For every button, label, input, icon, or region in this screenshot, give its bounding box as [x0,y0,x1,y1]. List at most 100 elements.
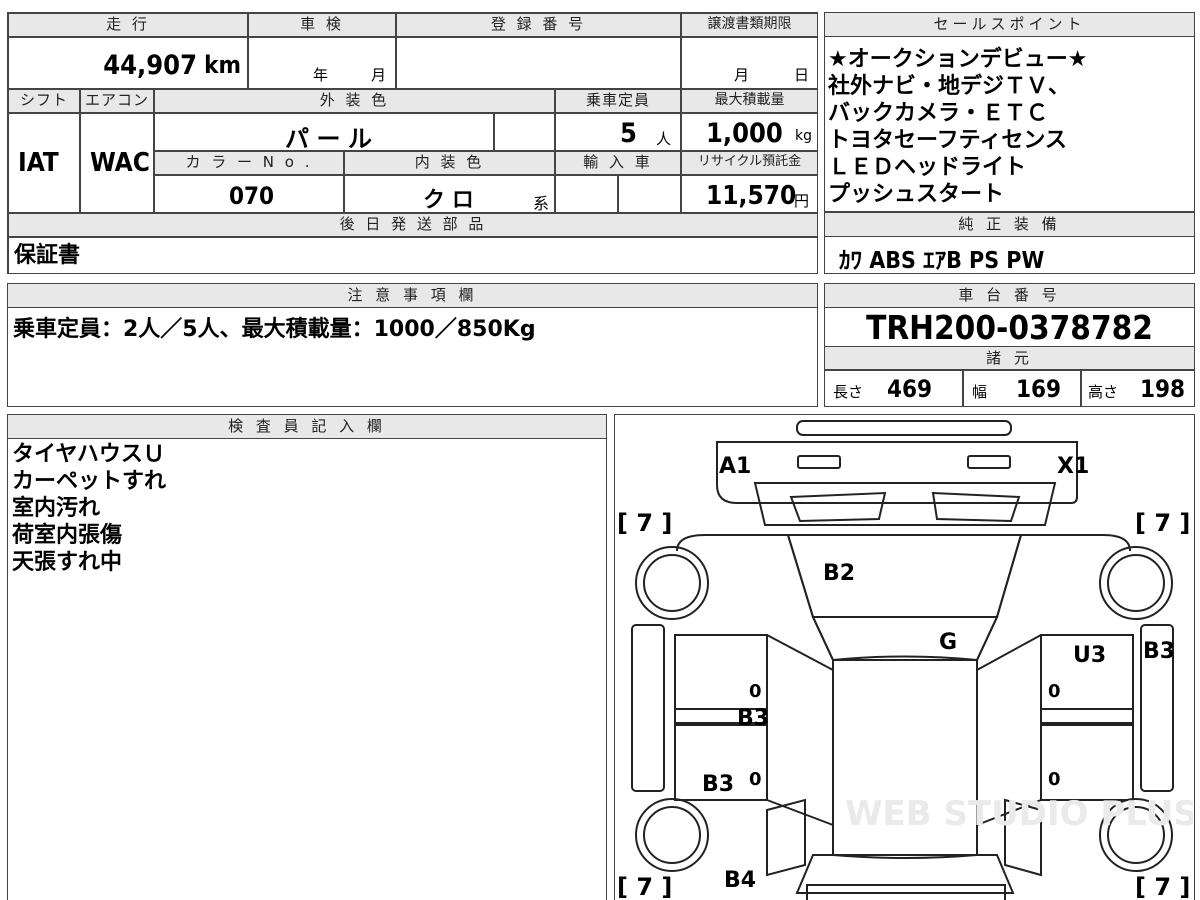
mileage-unit: km [204,51,241,79]
mark-b2: B2 [823,561,855,586]
aircon-value: WAC [90,148,150,178]
import-cell-b [618,175,681,213]
later-parts-header: 後 日 発 送 部 品 [8,213,818,237]
sales-point-line: ＬＥＤヘッドライト [828,155,1027,180]
height-label: 高さ [1088,383,1119,401]
max-load-header: 最大積載量 [681,89,818,113]
mark-b3-left-door: B3 [737,706,769,731]
width-cell: 幅 169 [963,370,1081,407]
mark-x1: X1 [1057,454,1089,479]
recycle-value: 11,570 [706,181,797,211]
inspection-month: 月 [371,66,387,84]
inspector-line: 荷室内張傷 [12,523,123,548]
transfer-month: 月 [734,66,750,84]
vehicle-diagram-panel: [ 7 ] [ 7 ] [ 7 ] [ 7 ] A1 X1 B2 G U3 B3… [614,414,1195,900]
transfer-day: 日 [794,66,810,84]
max-load-cell: 1,000 kg [681,113,818,151]
inspector-header: 検 査 員 記 入 欄 [8,415,606,439]
notes-header: 注 意 事 項 欄 [8,284,817,308]
zero-right-front: 0 [1048,681,1061,702]
equipment-header: 純 正 装 備 [825,213,1194,237]
interior-color-value: ク ロ [423,188,474,213]
capacity-unit: 人 [656,130,672,148]
mark-a1: A1 [719,454,751,479]
registration-header: 登 録 番 号 [396,13,681,37]
sales-point-line: 社外ナビ・地デジＴＶ、 [828,74,1071,99]
shift-value: IAT [18,148,59,178]
tread-front-left: [ 7 ] [617,509,672,537]
vent-left [789,491,887,523]
tread-front-right: [ 7 ] [1135,509,1190,537]
width-label: 幅 [972,383,988,401]
right-skirt [1041,708,1133,724]
capacity-header: 乗車定員 [555,89,681,113]
front-light-left [797,455,841,469]
registration-cell [396,37,681,89]
max-load-unit: kg [795,128,812,144]
vehicle-diagram: [ 7 ] [ 7 ] [ 7 ] [ 7 ] A1 X1 B2 G U3 B3… [617,420,1193,900]
mileage-header: 走 行 [8,13,248,37]
transfer-header: 譲渡書類期限 [681,13,818,37]
inspector-list: タイヤハウスＵ カーペットすれ 室内汚れ 荷室内張傷 天張すれ中 [12,441,166,576]
inspector-line: 天張すれ中 [12,550,123,575]
body-outline-right [976,534,1131,661]
capacity-cell: 5 人 [555,113,681,151]
height-cell: 高さ 198 [1081,370,1195,407]
equipment-panel: 純 正 装 備 ｶﾜ ABS ｴｱB PS PW [824,212,1195,274]
notes-value: 乗車定員：2人／5人、最大積載量：1000／850Kg [13,317,536,342]
mileage-cell: 44,907 km [8,37,248,89]
sales-points-header: セールスポイント [825,13,1194,37]
aircon-cell: WAC [80,113,154,213]
aircon-header: エアコン [80,89,154,113]
max-load-value: 1,000 [706,118,783,149]
exterior-color-cell: パ ー ル [154,113,494,153]
length-cell: 長さ 469 [825,370,963,407]
sales-point-line: トヨタセーフティセンス [828,128,1067,153]
wheel-rear-left [635,798,709,872]
capacity-value: 5 [620,118,637,149]
shift-header: シフト [8,89,80,113]
chassis-panel: 車 台 番 号 TRH200-0378782 諸 元 長さ 469 幅 169 … [824,283,1195,407]
import-header: 輸 入 車 [555,151,681,175]
sales-point-line: バックカメラ・ＥＴＣ [828,101,1049,126]
zero-left-rear: 0 [749,769,762,790]
width-value: 169 [1016,375,1062,403]
wheel-front-left-inner [643,554,701,612]
inspector-line: タイヤハウスＵ [12,442,165,467]
color-no-value: 070 [229,182,275,210]
sales-points-list: ★オークションデビュー★ 社外ナビ・地デジＴＶ、 バックカメラ・ＥＴＣ トヨタセ… [828,46,1087,208]
length-label: 長さ [833,383,864,401]
equipment-value: ｶﾜ ABS ｴｱB PS PW [839,248,1045,274]
interior-color-cell: ク ロ 系 [344,175,555,213]
wheel-front-left [635,546,709,620]
recycle-cell: 11,570 円 [681,175,818,213]
vent-right [931,491,1021,523]
zero-left-front: 0 [749,681,762,702]
front-light-right [967,455,1011,469]
wheel-front-right [1099,546,1173,620]
sales-point-line: ★オークションデビュー★ [828,47,1088,72]
watermark: WEB STUDIO PLUS [845,794,1193,834]
body-outline-left [676,534,834,661]
mark-b4: B4 [724,868,756,893]
inspector-line: カーペットすれ [12,469,167,494]
length-value: 469 [887,375,933,403]
left-pillar [631,624,665,792]
color-no-header: カ ラ ー N o . [154,151,344,175]
wheel-front-right-inner [1107,554,1165,612]
zero-right-rear: 0 [1048,769,1061,790]
exterior-color-extra [494,113,555,151]
exterior-color-value: パ ー ル [285,125,373,153]
later-parts-cell: 保証書 [8,237,818,274]
recycle-header: リサイクル預託金 [681,151,818,175]
shift-cell: IAT [8,113,80,213]
inspection-header: 車 検 [248,13,396,37]
front-bumper [716,441,1078,504]
mark-u3: U3 [1073,643,1106,668]
roof-front [811,616,999,661]
mark-b3-right: B3 [1143,639,1175,664]
tread-rear-left: [ 7 ] [617,873,672,900]
chassis-header: 車 台 番 号 [825,284,1194,308]
mark-b3-left-rear: B3 [702,772,734,797]
spec-header: 諸 元 [825,346,1194,370]
